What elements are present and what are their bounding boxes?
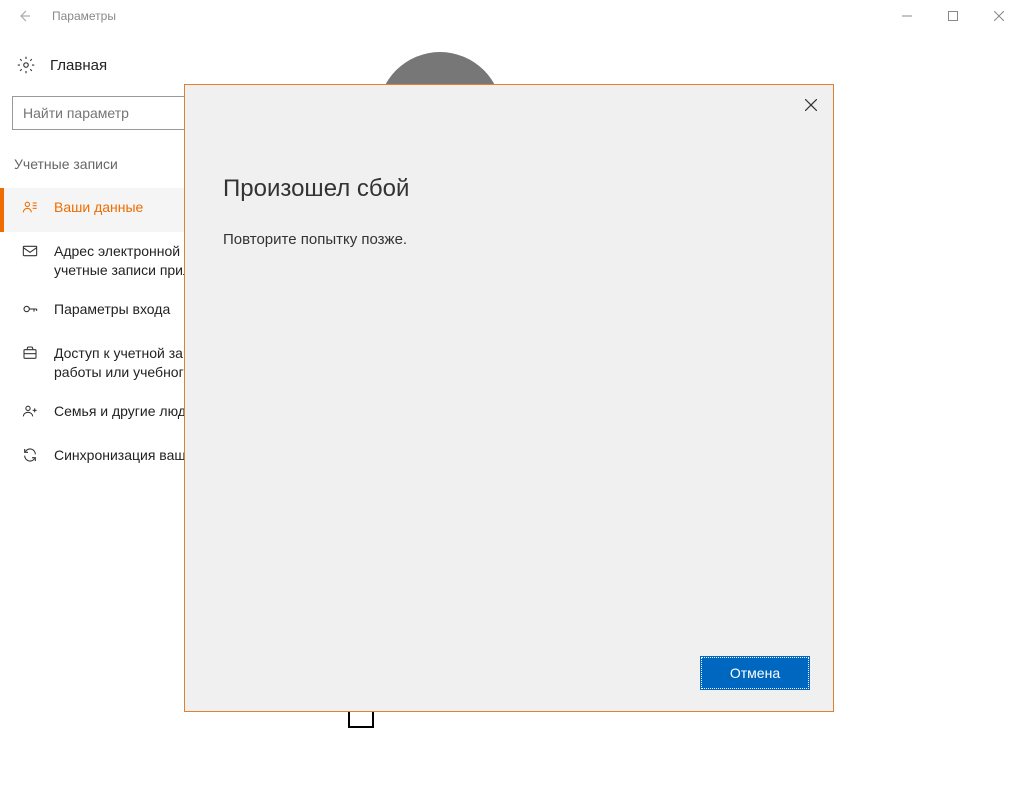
- sidebar-item-label: Ваши данные: [54, 198, 143, 217]
- briefcase-icon: [20, 344, 40, 361]
- people-icon: [20, 402, 40, 419]
- dialog-footer: Отмена: [185, 639, 833, 711]
- cancel-button[interactable]: Отмена: [701, 657, 809, 689]
- close-button[interactable]: [976, 0, 1022, 32]
- error-dialog: Произошел сбой Повторите попытку позже. …: [184, 84, 834, 712]
- dialog-close-button[interactable]: [799, 93, 823, 117]
- window-controls: [884, 0, 1022, 32]
- sidebar-item-label: Параметры входа: [54, 300, 170, 319]
- sidebar-item-label: Семья и другие люди: [54, 402, 194, 421]
- sync-icon: [20, 446, 40, 463]
- home-nav[interactable]: Главная: [0, 48, 300, 82]
- titlebar: Параметры: [0, 0, 1022, 32]
- minimize-button[interactable]: [884, 0, 930, 32]
- gear-icon: [16, 56, 36, 74]
- maximize-button[interactable]: [930, 0, 976, 32]
- window-title: Параметры: [52, 9, 116, 23]
- key-icon: [20, 300, 40, 317]
- dialog-message: Повторите попытку позже.: [223, 231, 795, 248]
- mail-icon: [20, 242, 40, 259]
- dialog-body: Произошел сбой Повторите попытку позже.: [185, 85, 833, 639]
- dialog-title: Произошел сбой: [223, 175, 795, 203]
- back-button[interactable]: [8, 0, 40, 32]
- person-card-icon: [20, 198, 40, 215]
- home-label: Главная: [50, 57, 107, 74]
